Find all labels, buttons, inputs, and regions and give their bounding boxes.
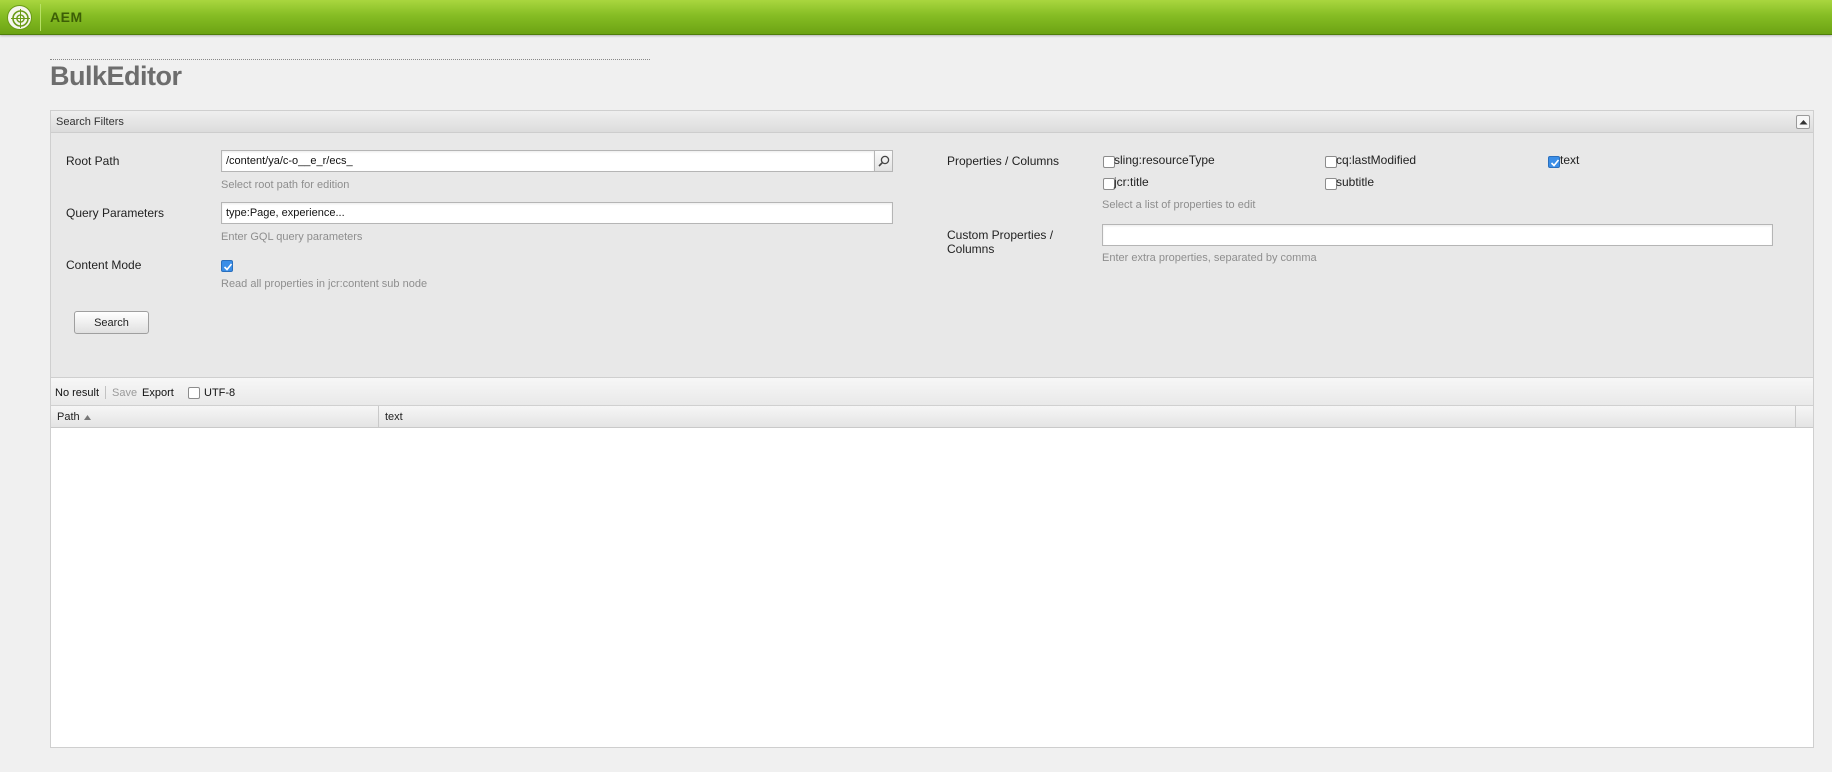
sort-ascending-icon <box>84 415 91 420</box>
root-path-input[interactable] <box>221 150 875 172</box>
panel-title: Search Filters <box>56 116 124 128</box>
property-label-subtitle: subtitle <box>1336 175 1375 189</box>
properties-hint: Select a list of properties to edit <box>1102 199 1256 211</box>
custom-properties-input[interactable] <box>1102 224 1773 246</box>
query-parameters-label: Query Parameters <box>66 206 165 220</box>
column-header-text[interactable]: text <box>379 406 1796 428</box>
search-filters-panel: Search Filters Root Path Select root pat… <box>50 110 1814 378</box>
aem-logo-icon[interactable] <box>7 5 32 30</box>
column-label-text: text <box>385 411 403 423</box>
properties-columns-label: Properties / Columns <box>947 154 1060 168</box>
property-label-cq-lastmodified: cq:lastModified <box>1336 153 1417 167</box>
results-toolbar: No result Save Export UTF-8 <box>51 378 1813 406</box>
checkmark-icon <box>1550 159 1560 167</box>
content-mode-label: Content Mode <box>66 258 142 272</box>
property-label-sling-resourcetype: sling:resourceType <box>1114 153 1215 167</box>
grid-header: Path text <box>51 406 1813 428</box>
export-button[interactable]: Export <box>142 387 174 399</box>
top-bar: AEM <box>0 0 1832 35</box>
column-header-path[interactable]: Path <box>51 406 379 428</box>
save-button[interactable]: Save <box>112 387 137 399</box>
heading-divider <box>50 59 650 60</box>
collapse-panel-button[interactable] <box>1796 115 1810 129</box>
checkmark-icon <box>223 263 233 271</box>
column-label-path: Path <box>57 411 80 423</box>
root-path-label: Root Path <box>66 154 120 168</box>
results-grid: No result Save Export UTF-8 Path text <box>50 378 1814 748</box>
property-label-jcr-title: jcr:title <box>1114 175 1149 189</box>
result-status: No result <box>55 387 100 399</box>
custom-properties-hint: Enter extra properties, separated by com… <box>1102 252 1317 264</box>
browse-path-button[interactable] <box>874 150 893 172</box>
search-icon <box>878 155 890 167</box>
query-parameters-input[interactable] <box>221 202 893 224</box>
utf8-checkbox[interactable] <box>188 387 200 399</box>
toolbar-separator <box>105 386 106 399</box>
utf8-label: UTF-8 <box>204 387 236 399</box>
custom-properties-label-line2: Columns <box>947 242 995 256</box>
content-mode-checkbox[interactable] <box>221 260 233 272</box>
query-parameters-hint: Enter GQL query parameters <box>221 231 363 243</box>
custom-properties-label-line1: Custom Properties / <box>947 228 1054 242</box>
panel-header: Search Filters <box>51 111 1813 133</box>
grid-body <box>51 429 1813 747</box>
content-mode-hint: Read all properties in jcr:content sub n… <box>221 278 428 290</box>
property-checkbox-text[interactable] <box>1548 156 1560 168</box>
app-title: AEM <box>50 9 83 25</box>
root-path-hint: Select root path for edition <box>221 179 350 191</box>
search-button[interactable]: Search <box>74 311 149 334</box>
page-title: BulkEditor <box>50 61 182 91</box>
chevron-up-icon <box>1799 120 1808 125</box>
topbar-divider <box>40 4 41 31</box>
property-label-text: text <box>1560 153 1580 167</box>
